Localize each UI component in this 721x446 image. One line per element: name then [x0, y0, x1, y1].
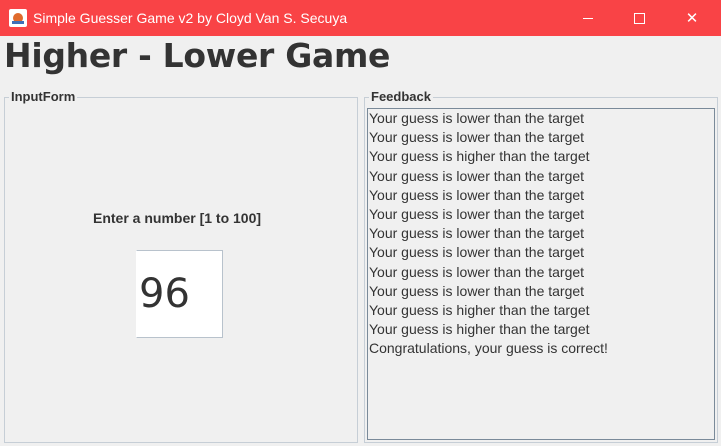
- feedback-line: Your guess is lower than the target: [369, 186, 585, 203]
- feedback-legend: Feedback: [369, 89, 433, 104]
- feedback-line: Congratulations, your guess is correct!: [369, 340, 608, 357]
- minimize-icon: [583, 17, 593, 19]
- input-form-panel: InputForm Enter a number [1 to 100]: [4, 89, 358, 443]
- close-button[interactable]: ✕: [669, 0, 715, 36]
- feedback-line: Your guess is lower than the target: [369, 263, 585, 280]
- java-app-icon: [9, 9, 27, 27]
- input-form-legend: InputForm: [9, 89, 78, 104]
- number-input[interactable]: [136, 250, 223, 338]
- feedback-line: Your guess is lower than the target: [369, 225, 585, 242]
- feedback-line: Your guess is higher than the target: [369, 301, 590, 318]
- feedback-line: Your guess is lower than the target: [369, 167, 585, 184]
- feedback-text-area[interactable]: Your guess is lower than the target Your…: [367, 108, 715, 440]
- title-bar[interactable]: Simple Guesser Game v2 by Cloyd Van S. S…: [0, 0, 721, 36]
- window-title: Simple Guesser Game v2 by Cloyd Van S. S…: [33, 10, 348, 26]
- feedback-panel: Feedback Your guess is lower than the ta…: [364, 89, 718, 443]
- maximize-button[interactable]: [616, 0, 662, 36]
- feedback-line: Your guess is higher than the target: [369, 321, 590, 338]
- minimize-button[interactable]: [565, 0, 611, 36]
- feedback-line: Your guess is lower than the target: [369, 244, 585, 261]
- maximize-icon: [633, 12, 645, 24]
- number-prompt-label: Enter a number [1 to 100]: [93, 210, 262, 226]
- feedback-line: Your guess is higher than the target: [369, 148, 590, 165]
- feedback-line: Your guess is lower than the target: [369, 110, 585, 126]
- feedback-line: Your guess is lower than the target: [369, 205, 585, 222]
- feedback-line: Your guess is lower than the target: [369, 282, 585, 299]
- feedback-line: Your guess is lower than the target: [369, 129, 585, 146]
- close-icon: ✕: [685, 8, 699, 27]
- page-title: Higher - Lower Game: [4, 36, 391, 75]
